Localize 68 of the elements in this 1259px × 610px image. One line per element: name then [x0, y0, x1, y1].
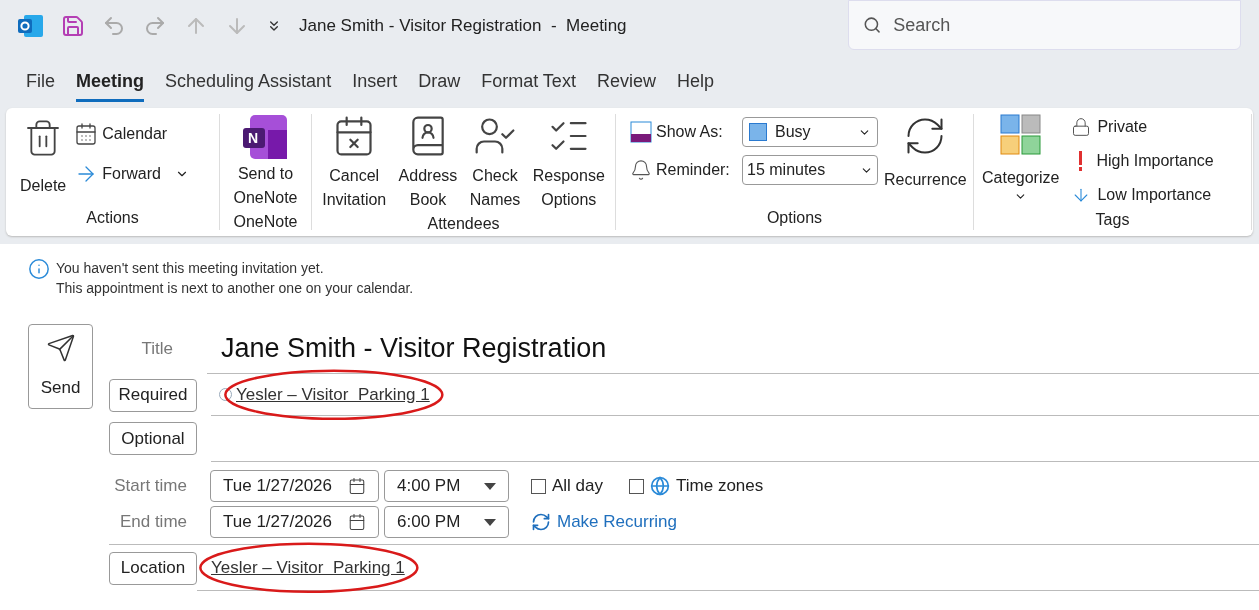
low-importance-button[interactable]: Low Importance: [1071, 182, 1214, 208]
categorize-button[interactable]: Categorize: [982, 114, 1060, 208]
save-icon[interactable]: [61, 14, 85, 38]
calendar-button[interactable]: Calendar: [74, 122, 189, 146]
calendar-icon: [348, 513, 366, 531]
bell-icon: [630, 159, 652, 181]
time-field[interactable]: 6:00 PM: [384, 506, 509, 538]
send-icon: [45, 332, 76, 363]
delete-button[interactable]: Delete: [20, 116, 67, 206]
search-icon: [863, 15, 882, 35]
group-label: Actions: [85, 208, 140, 228]
info-icon: [28, 258, 50, 280]
onenote-logo: N: [242, 114, 289, 160]
search-field[interactable]: Search: [848, 0, 1241, 50]
ribbon-button[interactable]: Response Options: [532, 114, 605, 212]
date-field[interactable]: Tue 1/27/2026: [210, 506, 379, 538]
field-label: End time: [118, 511, 188, 534]
ribbon-tab[interactable]: Draw: [418, 68, 461, 102]
checkbox[interactable]: [629, 478, 645, 494]
send-button[interactable]: Send: [28, 324, 93, 409]
field-label: Start time: [113, 475, 188, 498]
ribbon-tab[interactable]: Meeting: [76, 68, 145, 102]
calendar-icon: [348, 477, 366, 495]
ribbon-button[interactable]: Cancel Invitation: [322, 114, 387, 212]
required-button[interactable]: Required: [109, 378, 197, 412]
search-input[interactable]: Search: [893, 11, 1226, 39]
ribbon-tab[interactable]: File: [26, 68, 55, 102]
forward-button[interactable]: Forward: [74, 162, 161, 186]
ribbon-tab[interactable]: Help: [676, 68, 714, 102]
ribbon-tab[interactable]: Insert: [352, 68, 398, 102]
ribbon-tab[interactable]: Scheduling Assistant: [165, 68, 332, 102]
private-button[interactable]: Private: [1071, 114, 1214, 140]
recurrence-button[interactable]: Recurrence: [884, 114, 967, 206]
info-message: This appointment is next to another one on your calendar.: [56, 279, 414, 298]
date-field[interactable]: Tue 1/27/2026: [210, 470, 379, 502]
show-as-dropdown[interactable]: Busy: [742, 117, 878, 147]
time-field[interactable]: 4:00 PM: [384, 470, 509, 502]
group-label: OneNote: [233, 212, 298, 232]
lock-icon: [1071, 116, 1092, 138]
ribbon-tab[interactable]: Format Text: [481, 68, 576, 102]
checkbox-label: Time zones: [676, 475, 764, 498]
categories-icon: [999, 114, 1042, 156]
ribbon-tab[interactable]: Review: [596, 68, 656, 102]
checkbox-label: All day: [552, 475, 604, 498]
group-label: Options: [765, 208, 824, 228]
field-label: Show As:: [656, 122, 724, 142]
info-message: You haven't sent this meeting invitation yet.: [56, 259, 325, 278]
exclamation-icon: [1079, 151, 1083, 171]
field-label: Reminder:: [656, 160, 731, 180]
show-as-icon: [630, 121, 652, 143]
calendar-icon: [74, 122, 99, 146]
location-button[interactable]: Location: [109, 551, 197, 585]
globe-icon: [650, 476, 671, 496]
title-field[interactable]: Jane Smith - Visitor Registration: [221, 328, 607, 369]
make-recurring-link[interactable]: Make Recurring: [531, 509, 677, 535]
group-label: Tags: [1094, 210, 1131, 230]
high-importance-button[interactable]: High Importance: [1071, 148, 1214, 174]
recurrence-icon: [531, 512, 551, 532]
reminder-dropdown[interactable]: 15 minutes: [742, 155, 878, 185]
ribbon-button[interactable]: Check Names: [469, 114, 521, 212]
send-to-onenote-button[interactable]: N Send to OneNote: [233, 114, 298, 210]
ribbon-button[interactable]: Address Book: [398, 114, 458, 212]
window-title: Jane Smith - Visitor Registration - Meeting: [299, 15, 627, 38]
app-logo: [18, 14, 44, 38]
optional-button[interactable]: Optional: [109, 422, 197, 455]
field-label: Title: [140, 338, 174, 361]
group-label: Attendees: [426, 214, 501, 234]
checkbox[interactable]: [531, 478, 546, 494]
